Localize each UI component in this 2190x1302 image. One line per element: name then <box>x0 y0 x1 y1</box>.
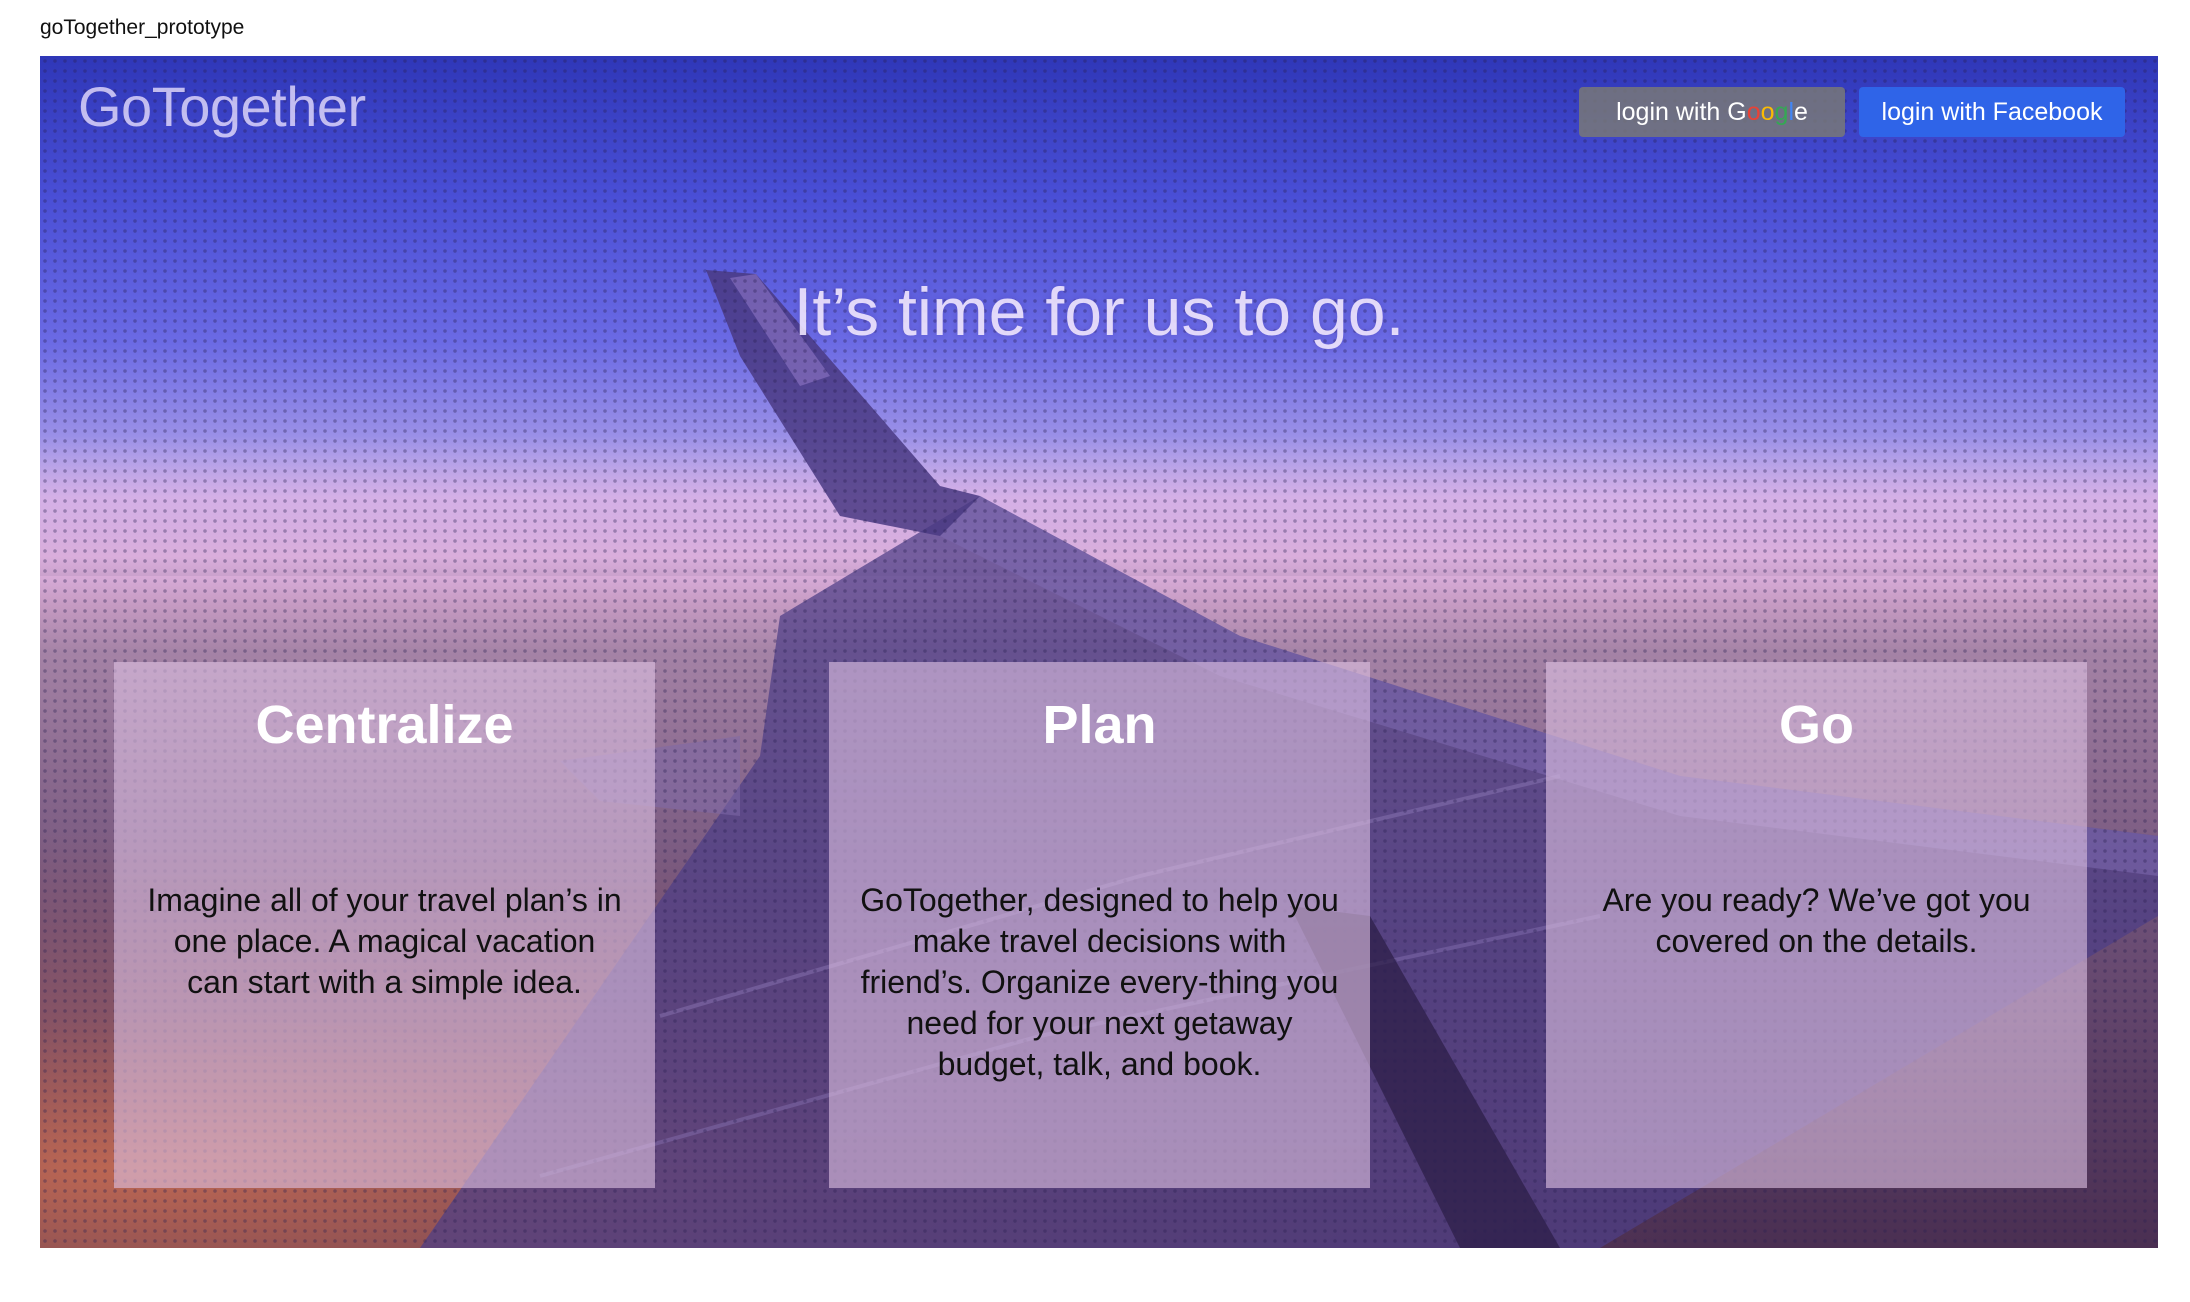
google-button-suffix: e <box>1794 98 1808 126</box>
hero-section: GoTogether login with Google login with … <box>40 56 2158 1248</box>
login-google-button[interactable]: login with Google <box>1579 87 1845 137</box>
card-body: GoTogether, designed to help you make tr… <box>860 882 1339 1082</box>
google-button-prefix: login with G <box>1616 98 1747 126</box>
card-body: Are you ready? We’ve got you covered on … <box>1602 882 2031 959</box>
feature-card-go: Go Are you ready? We’ve got you covered … <box>1546 662 2087 1188</box>
google-letter-g: g <box>1774 98 1789 126</box>
card-title: Centralize <box>255 695 514 755</box>
window-title: goTogether_prototype <box>40 16 245 39</box>
hero-tagline: It’s time for us to go. <box>793 274 1405 350</box>
logo[interactable]: GoTogether <box>78 74 366 139</box>
feature-card-centralize: Centralize Imagine all of your travel pl… <box>114 662 655 1188</box>
card-title: Go <box>1779 695 1854 755</box>
google-letter-o2: o <box>1760 98 1775 126</box>
feature-card-plan: Plan GoTogether, designed to help you ma… <box>829 662 1370 1188</box>
card-body: Imagine all of your travel plan’s in one… <box>147 882 622 1000</box>
card-title: Plan <box>1042 695 1157 755</box>
google-letter-o1: o <box>1746 98 1761 126</box>
login-facebook-button[interactable]: login with Facebook <box>1859 87 2125 137</box>
